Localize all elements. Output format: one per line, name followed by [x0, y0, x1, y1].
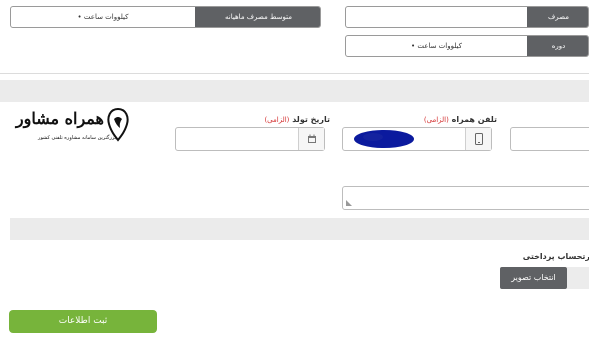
- file-picker: انتخاب تصویر: [500, 267, 589, 289]
- field-caption-period: دوره: [527, 36, 588, 56]
- receipt-label: ورتحساب پرداختی: [522, 252, 589, 261]
- divider: [0, 73, 589, 74]
- birthdate-calendar-addon[interactable]: [298, 128, 324, 150]
- logo-mark-icon: [107, 107, 129, 142]
- mobile-input[interactable]: [342, 127, 492, 151]
- birthdate-label-text: تاریخ تولد: [292, 115, 330, 124]
- mobile-label-text: تلفن همراه: [451, 115, 497, 124]
- redaction-scribble: [354, 130, 414, 148]
- extra-input-right[interactable]: [510, 127, 589, 151]
- monthly-usage-field-right: مصرف: [345, 6, 589, 28]
- logo: همراه مشاور بزرگترین سامانه مشاوره تلفنی…: [15, 104, 134, 150]
- field-caption-average: متوسط مصرف ماهیانه: [195, 7, 320, 27]
- unit-kwh-period[interactable]: • کیلووات ساعت: [346, 36, 527, 56]
- average-monthly-usage-field: • کیلووات ساعت متوسط مصرف ماهیانه: [10, 6, 321, 28]
- address-textarea[interactable]: [342, 186, 589, 210]
- period-usage-field: • کیلووات ساعت دوره: [345, 35, 589, 57]
- mobile-phone-addon[interactable]: [465, 128, 491, 150]
- birthdate-label: تاریخ تولد (الزامی): [255, 115, 330, 124]
- value-area[interactable]: [346, 7, 527, 27]
- field-caption-right: مصرف: [527, 7, 588, 27]
- birthdate-required: (الزامی): [264, 116, 290, 124]
- mobile-label: تلفن همراه (الزامی): [412, 115, 497, 124]
- birthdate-input[interactable]: [175, 127, 325, 151]
- mobile-required: (الزامی): [423, 116, 449, 124]
- file-name-field[interactable]: [567, 267, 589, 289]
- section-header-band-2: [10, 218, 589, 240]
- mobile-phone-icon: [474, 133, 483, 145]
- submit-button[interactable]: ثبت اطلاعات: [9, 310, 157, 333]
- section-header-band: [0, 80, 589, 102]
- choose-image-button[interactable]: انتخاب تصویر: [500, 267, 567, 289]
- unit-kwh[interactable]: • کیلووات ساعت: [11, 7, 195, 27]
- calendar-icon: [307, 134, 316, 143]
- logo-title: همراه مشاور: [15, 109, 104, 128]
- resize-handle-icon[interactable]: [345, 199, 353, 207]
